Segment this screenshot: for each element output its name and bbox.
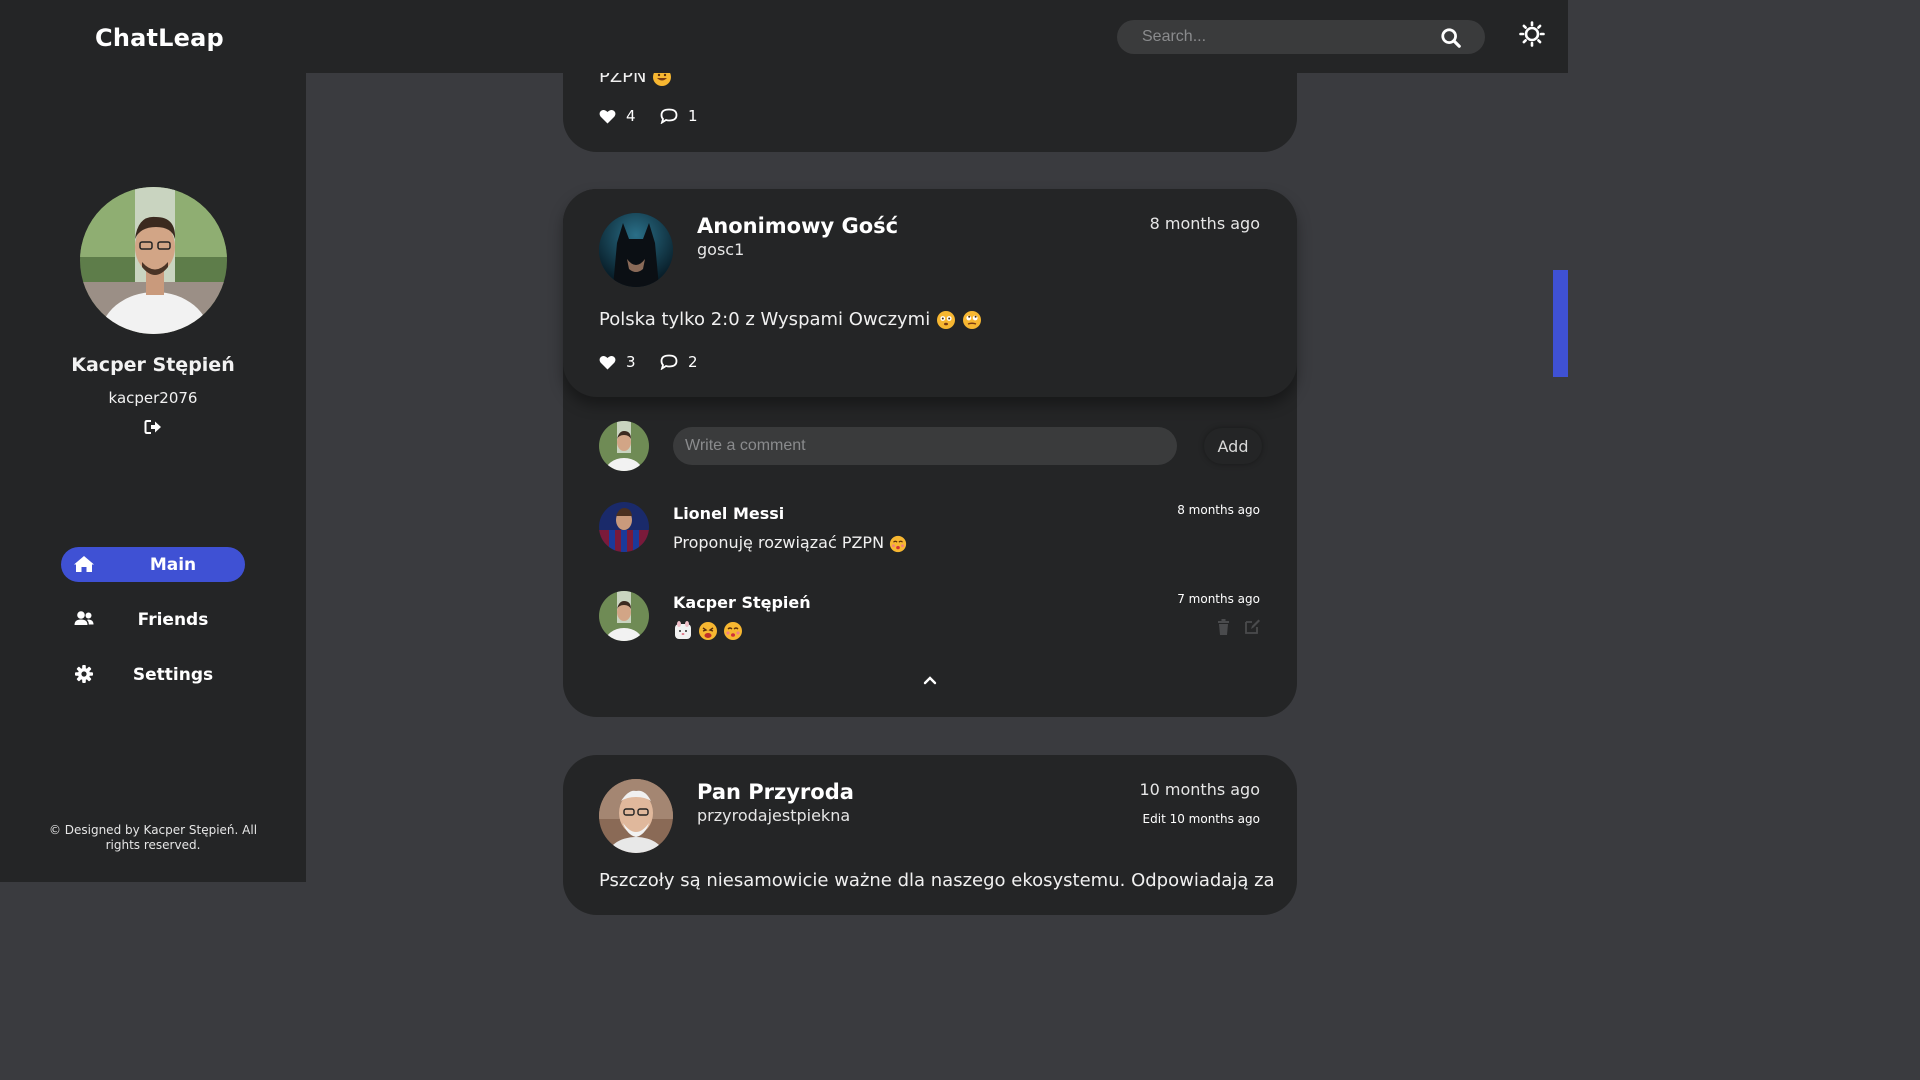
profile-username: kacper2076 [108,389,198,407]
comment-timestamp: 7 months ago [1177,592,1260,606]
post-edit-timestamp: Edit 10 months ago [1142,812,1260,826]
heart-icon [599,355,616,369]
logout-icon[interactable] [144,419,162,435]
comment-icon [660,354,678,370]
commenter-avatar[interactable] [599,502,649,552]
comment-timestamp: 8 months ago [1177,503,1260,517]
post-author-username: gosc1 [697,240,745,259]
heart-icon [599,109,616,123]
add-comment-button[interactable]: Add [1204,428,1262,464]
search-icon[interactable] [1440,27,1462,49]
app-logo[interactable]: ChatLeap [95,24,224,52]
nav-friends-label: Friends [137,610,209,630]
footer-copyright: © Designed by Kacper Stępień. All rights… [48,823,258,852]
post-author-name[interactable]: Anonimowy Gość [697,214,898,238]
post-card: Anonimowy Gość gosc1 8 months ago Polska… [563,189,1297,717]
author-avatar[interactable] [599,779,673,853]
author-avatar[interactable] [599,213,673,287]
sidebar: Kacper Stępień kacper2076 Main Friends S… [0,73,306,882]
nav-settings-label: Settings [132,665,214,685]
gear-icon [75,665,93,683]
comment-button[interactable]: 2 [660,353,698,371]
like-button[interactable]: 4 [599,107,636,125]
post-timestamp: 8 months ago [1149,214,1260,233]
comment-icon [660,108,678,124]
comment-author[interactable]: Kacper Stępień [673,593,811,612]
comment-text-content: Proponuję rozwiązać PZPN [673,533,885,552]
like-count: 4 [626,107,636,125]
search-box [1117,20,1485,54]
post-text: Polska tylko 2:0 z Wyspami Owczymi [599,309,982,330]
post-text-content: Polska tylko 2:0 z Wyspami Owczymi [599,309,931,330]
rabbit-emoji-icon [675,620,691,639]
comment-count: 1 [688,107,698,125]
current-user-avatar [599,421,649,471]
comment-button[interactable]: 1 [660,107,698,125]
users-icon [74,611,94,625]
nav-main-label: Main [149,555,197,575]
kiss-emoji-icon [890,535,907,552]
commenter-avatar[interactable] [599,591,649,641]
scrollbar-thumb[interactable] [1553,270,1568,377]
like-button[interactable]: 3 [599,353,636,371]
top-bar: ChatLeap [0,0,1568,73]
post-text: Pszczoły są niesamowicie ważne dla nasze… [599,870,1275,891]
trash-icon[interactable] [1217,619,1230,635]
tired-emoji-icon [699,621,718,640]
profile-avatar[interactable] [80,187,227,334]
search-input[interactable] [1117,20,1427,54]
profile-name: Kacper Stępień [71,354,235,376]
post-author-username: przyrodajestpiekna [697,806,851,825]
comment-text: Proponuję rozwiązać PZPN [673,533,907,553]
post-author-name[interactable]: Pan Przyroda [697,780,854,804]
kiss-emoji-icon [724,621,743,640]
comment-text [673,620,743,641]
post-card: Pan Przyroda przyrodajestpiekna 10 month… [563,755,1297,915]
post-timestamp: 10 months ago [1139,780,1260,799]
nav-settings[interactable]: Settings [61,657,245,692]
sun-icon[interactable] [1519,21,1545,47]
collapse-chevron-icon[interactable] [923,675,937,685]
comment-input[interactable] [673,427,1177,465]
comment-author[interactable]: Lionel Messi [673,504,784,523]
eye-roll-emoji-icon [962,311,981,329]
nav-main[interactable]: Main [61,547,245,582]
edit-icon[interactable] [1244,618,1261,635]
like-count: 3 [626,353,636,371]
flushed-emoji-icon [936,311,955,329]
nav-friends[interactable]: Friends [61,602,245,637]
scrollbar-track[interactable] [1553,73,1568,882]
comment-count: 2 [688,353,698,371]
home-icon [74,556,94,572]
